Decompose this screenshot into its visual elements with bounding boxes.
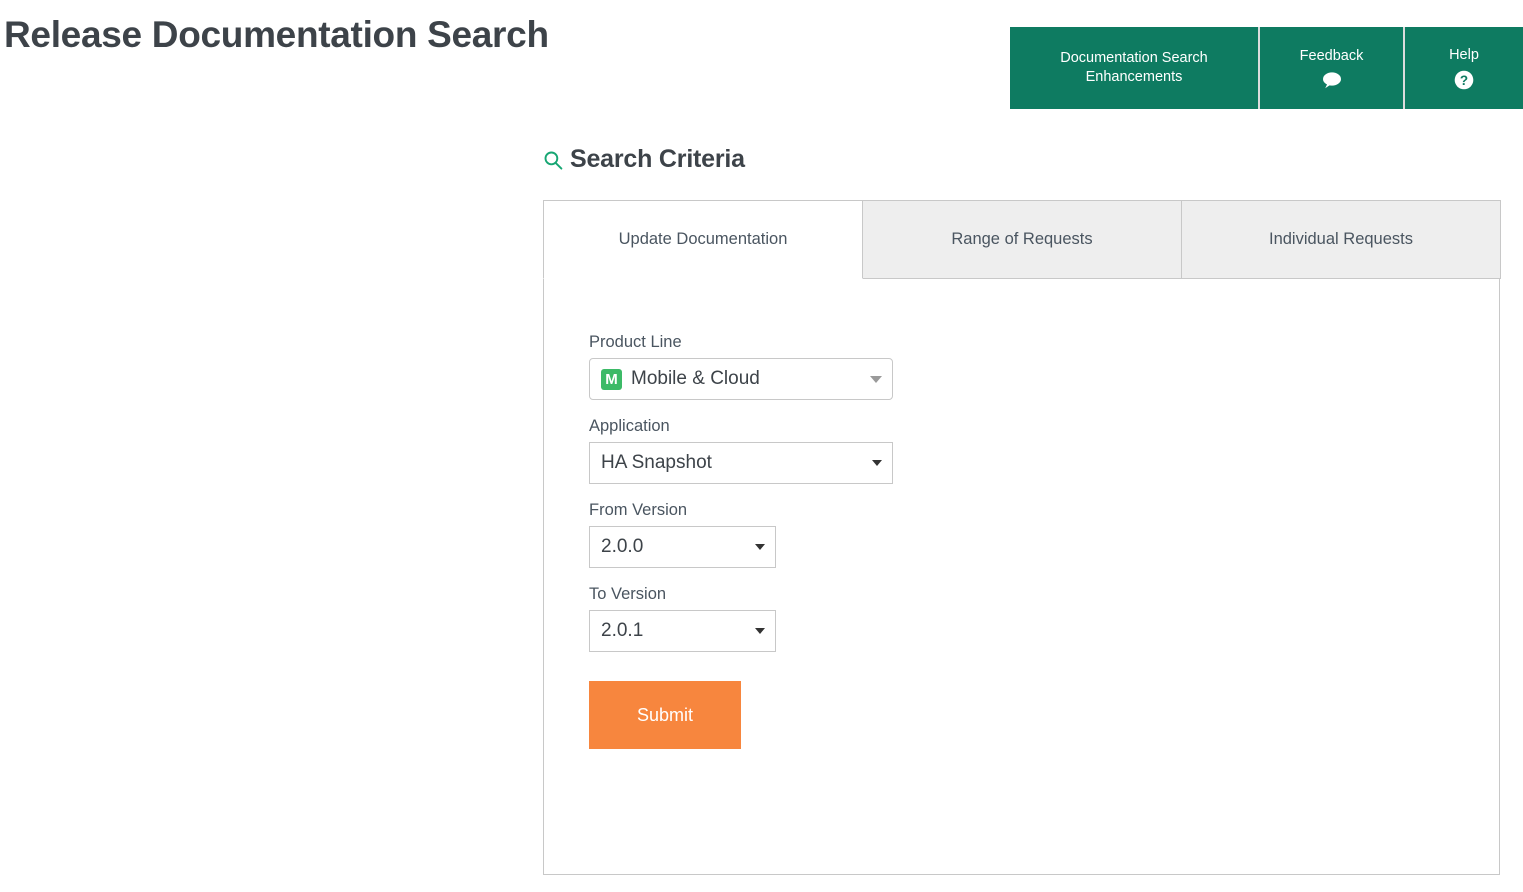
tab-label: Update Documentation xyxy=(618,230,788,248)
to-version-label: To Version xyxy=(589,585,667,603)
svg-text:?: ? xyxy=(1460,73,1468,88)
page-title: Release Documentation Search xyxy=(4,14,549,55)
application-select[interactable]: HA Snapshot xyxy=(589,442,893,484)
tab-range-of-requests[interactable]: Range of Requests xyxy=(863,200,1182,279)
field-product-line: Product Line M Mobile & Cloud xyxy=(589,333,893,400)
tab-update-documentation[interactable]: Update Documentation xyxy=(543,200,863,279)
application-value: HA Snapshot xyxy=(601,452,712,473)
chevron-down-icon xyxy=(755,628,765,634)
top-navigation: Documentation Search Enhancements Feedba… xyxy=(1010,27,1523,109)
from-version-label: From Version xyxy=(589,501,688,519)
tab-individual-requests[interactable]: Individual Requests xyxy=(1182,200,1501,279)
product-line-label: Product Line xyxy=(589,333,682,351)
field-to-version: To Version 2.0.1 xyxy=(589,585,893,652)
section-title: Search Criteria xyxy=(570,145,745,173)
submit-button[interactable]: Submit xyxy=(589,681,741,749)
nav-item-label: Documentation Search Enhancements xyxy=(1060,50,1208,85)
nav-item-feedback[interactable]: Feedback xyxy=(1260,27,1405,109)
search-criteria-form: Product Line M Mobile & Cloud Applicatio… xyxy=(589,333,893,749)
chevron-down-icon xyxy=(872,460,882,466)
from-version-select[interactable]: 2.0.0 xyxy=(589,526,776,568)
mobile-cloud-badge-icon: M xyxy=(601,368,622,390)
search-icon xyxy=(543,150,563,170)
tab-bar: Update Documentation Range of Requests I… xyxy=(543,200,1501,279)
application-label: Application xyxy=(589,417,670,435)
chevron-down-icon xyxy=(870,375,882,383)
field-application: Application HA Snapshot xyxy=(589,417,893,484)
speech-bubble-icon xyxy=(1321,71,1343,89)
tab-label: Individual Requests xyxy=(1268,230,1413,248)
nav-item-documentation-search-enhancements[interactable]: Documentation Search Enhancements xyxy=(1010,27,1260,109)
nav-item-label: Feedback xyxy=(1299,48,1364,64)
from-version-value: 2.0.0 xyxy=(601,536,644,557)
field-from-version: From Version 2.0.0 xyxy=(589,501,893,568)
nav-item-label: Help xyxy=(1449,47,1479,63)
tab-label: Range of Requests xyxy=(951,230,1093,248)
chevron-down-icon xyxy=(755,544,765,550)
search-criteria-heading: Search Criteria xyxy=(543,145,745,174)
question-circle-icon: ? xyxy=(1454,70,1474,90)
to-version-select[interactable]: 2.0.1 xyxy=(589,610,776,652)
nav-item-help[interactable]: Help ? xyxy=(1405,27,1523,109)
product-line-select[interactable]: M Mobile & Cloud xyxy=(589,358,893,400)
product-line-value: Mobile & Cloud xyxy=(631,368,760,389)
to-version-value: 2.0.1 xyxy=(601,620,644,641)
